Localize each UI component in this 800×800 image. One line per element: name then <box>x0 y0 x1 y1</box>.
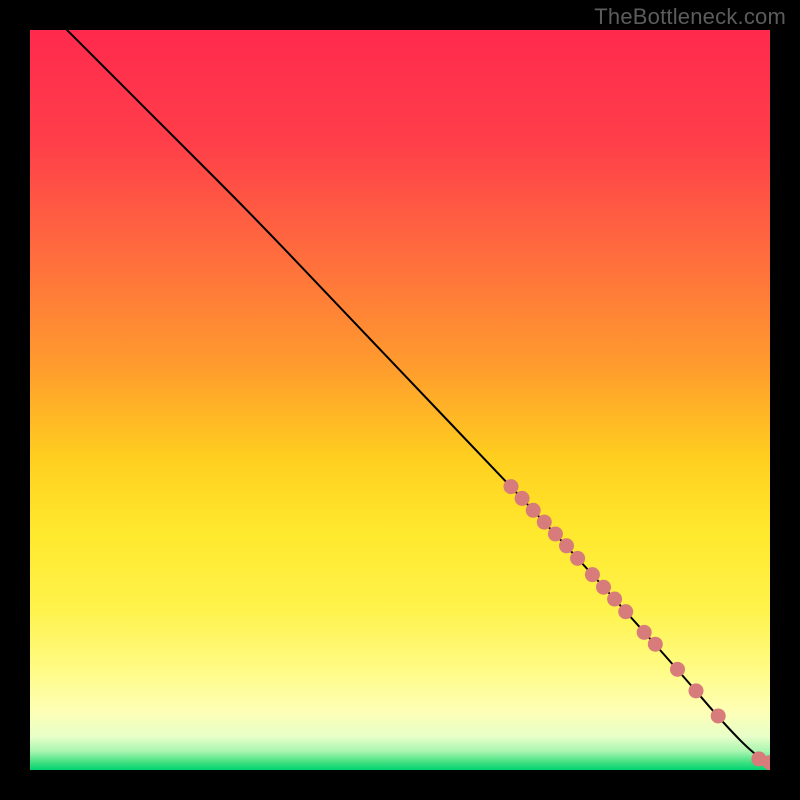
data-marker <box>648 637 663 652</box>
data-marker <box>548 526 563 541</box>
data-marker <box>689 683 704 698</box>
data-marker <box>537 515 552 530</box>
watermark-text: TheBottleneck.com <box>594 4 786 30</box>
chart-svg <box>30 30 770 770</box>
data-marker <box>585 567 600 582</box>
data-marker <box>618 604 633 619</box>
plot-area <box>30 30 770 770</box>
data-marker <box>670 662 685 677</box>
data-marker <box>596 580 611 595</box>
chart-container: TheBottleneck.com <box>0 0 800 800</box>
data-marker <box>711 708 726 723</box>
data-marker <box>515 491 530 506</box>
data-marker <box>637 625 652 640</box>
gradient-background <box>30 30 770 770</box>
data-marker <box>559 538 574 553</box>
data-marker <box>526 503 541 518</box>
data-marker <box>570 551 585 566</box>
data-marker <box>504 479 519 494</box>
data-marker <box>607 592 622 607</box>
